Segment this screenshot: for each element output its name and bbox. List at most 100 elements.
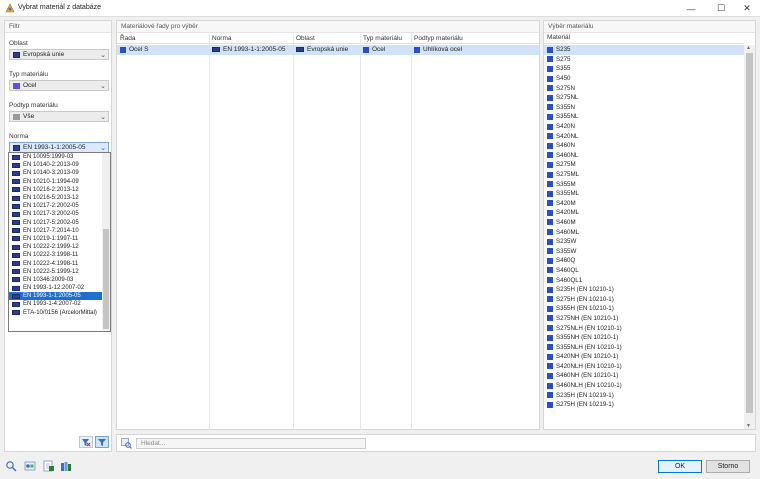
list-item[interactable]: S275 (544, 55, 745, 65)
norma-option[interactable]: EN 10216-2:2013-12 (9, 186, 110, 194)
eu-flag-icon (12, 154, 20, 160)
norma-option[interactable]: EN 10140-3:2013-09 (9, 169, 110, 177)
list-item[interactable]: S460NL (544, 151, 745, 161)
oblast-combo[interactable]: Evropská unie ⌄ (9, 49, 109, 60)
norma-option[interactable]: EN 10222-3:1998-11 (9, 251, 110, 259)
norma-option[interactable]: EN 1993-1-4:2007-02 (9, 300, 110, 308)
material-name: S275NH (EN 10210-1) (556, 314, 619, 322)
list-item[interactable]: S450 (544, 74, 745, 84)
list-item[interactable]: S355 (544, 64, 745, 74)
list-item[interactable]: S355N (544, 103, 745, 113)
list-item[interactable]: S355ML (544, 189, 745, 199)
list-item[interactable]: S355M (544, 179, 745, 189)
list-item[interactable]: S460QL1 (544, 275, 745, 285)
list-item[interactable]: S460NLH (EN 10210-1) (544, 381, 745, 391)
material-scroll-thumb[interactable] (746, 53, 753, 413)
list-item[interactable]: S460QL (544, 266, 745, 276)
col-podtyp[interactable]: Podtyp materiálu (414, 35, 463, 42)
podtyp-combo[interactable]: Vše ⌄ (9, 111, 109, 122)
steel-swatch-icon (13, 82, 20, 89)
typ-combo[interactable]: Ocel ⌄ (9, 80, 109, 91)
list-item[interactable]: S355NLH (EN 10210-1) (544, 342, 745, 352)
list-item[interactable]: S420M (544, 199, 745, 209)
col-rada[interactable]: Řada (120, 35, 136, 42)
norma-option[interactable]: ETA-10/0156 (ArcelorMittal) (9, 309, 110, 317)
col-oblast[interactable]: Oblast (296, 35, 315, 42)
list-item[interactable]: S355NL (544, 112, 745, 122)
list-item[interactable]: S420NLH (EN 10210-1) (544, 362, 745, 372)
info-tool-button[interactable] (23, 459, 37, 473)
norma-option[interactable]: EN 10095:1999-03 (9, 153, 110, 161)
norma-option-label: EN 10210-1:1994-09 (23, 178, 79, 185)
material-name: S275H (EN 10210-1) (556, 295, 614, 303)
list-item[interactable]: S460ML (544, 227, 745, 237)
scroll-down-icon[interactable]: ▼ (746, 423, 751, 429)
norma-option[interactable]: EN 10217-2:2002-05 (9, 202, 110, 210)
material-scrollbar[interactable]: ▲ ▼ (744, 45, 755, 429)
col-material[interactable]: Materiál (544, 34, 744, 44)
norma-option[interactable]: EN 10216-5:2013-12 (9, 194, 110, 202)
norma-dropdown[interactable]: EN 10095:1999-03 EN 10140-2:2013-09 EN 101… (8, 152, 111, 332)
norma-option[interactable]: EN 1993-1-12:2007-02 (9, 284, 110, 292)
favorites-tool-button[interactable] (59, 459, 73, 473)
norma-option[interactable]: EN 10217-3:2002-05 (9, 210, 110, 218)
list-item[interactable]: S235W (544, 237, 745, 247)
list-item[interactable]: S275M (544, 160, 745, 170)
list-item[interactable]: S355NH (EN 10210-1) (544, 333, 745, 343)
list-item[interactable]: S235H (EN 10210-1) (544, 285, 745, 295)
norma-option[interactable]: EN 10222-5:1999-12 (9, 268, 110, 276)
dropdown-scroll-thumb[interactable] (103, 229, 109, 329)
steel-icon (547, 353, 553, 360)
list-item[interactable]: S460M (544, 218, 745, 228)
ok-button[interactable]: OK (658, 460, 702, 473)
norma-option[interactable]: EN 10217-5:2002-05 (9, 219, 110, 227)
norma-option[interactable]: EN 1993-1-1:2005-05 (9, 292, 110, 301)
steel-icon (547, 152, 553, 159)
list-item[interactable]: S275ML (544, 170, 745, 180)
material-list: S235 S275 S355 S450 S275N S275NL S355N S355NL S4… (544, 45, 745, 410)
close-button[interactable]: ✕ (732, 0, 760, 17)
list-item[interactable]: S420NL (544, 131, 745, 141)
material-info-icon (24, 461, 36, 471)
list-item[interactable]: S275NL (544, 93, 745, 103)
steel-icon (547, 257, 553, 264)
dropdown-scrollbar[interactable] (102, 153, 110, 331)
steel-icon (547, 296, 553, 303)
material-name: S235 (556, 46, 571, 54)
norma-option[interactable]: EN 10217-7:2014-10 (9, 227, 110, 235)
norma-option[interactable]: EN 10222-2:1999-12 (9, 243, 110, 251)
list-item[interactable]: S275NLH (EN 10210-1) (544, 323, 745, 333)
list-item[interactable]: S275H (EN 10219-1) (544, 400, 745, 410)
list-item[interactable]: S235H (EN 10219-1) (544, 390, 745, 400)
cancel-button[interactable]: Storno (706, 460, 750, 473)
list-item[interactable]: S460N (544, 141, 745, 151)
list-item[interactable]: S460NH (EN 10210-1) (544, 371, 745, 381)
search-input[interactable] (136, 438, 366, 449)
col-norma[interactable]: Norma (212, 35, 232, 42)
list-item[interactable]: S275N (544, 83, 745, 93)
norma-option[interactable]: EN 10210-1:1994-09 (9, 178, 110, 186)
list-item[interactable]: S355W (544, 246, 745, 256)
norma-option[interactable]: EN 10346:2009-03 (9, 276, 110, 284)
norma-option[interactable]: EN 10140-2:2013-09 (9, 161, 110, 169)
list-item[interactable]: S420ML (544, 208, 745, 218)
norma-option[interactable]: EN 10222-4:1998-11 (9, 259, 110, 267)
col-typ[interactable]: Typ materiálu (363, 35, 402, 42)
list-item[interactable]: S275NH (EN 10210-1) (544, 314, 745, 324)
list-item[interactable]: S355H (EN 10210-1) (544, 304, 745, 314)
compare-tool-button[interactable] (42, 459, 56, 473)
list-item[interactable]: S420N (544, 122, 745, 132)
table-row[interactable]: Ocel S EN 1993-1-1:2005-05 Evropská unie… (117, 45, 539, 55)
minimize-button[interactable]: — (676, 0, 706, 17)
search-tool-button[interactable] (4, 459, 18, 473)
list-item[interactable]: S275H (EN 10210-1) (544, 294, 745, 304)
clear-filter-button[interactable] (79, 436, 93, 448)
list-item[interactable]: S235 (544, 45, 745, 55)
cell-rada-text: Ocel S (129, 46, 149, 53)
list-item[interactable]: S460Q (544, 256, 745, 266)
eu-flag-icon (13, 51, 20, 58)
norma-option[interactable]: EN 10219-1:1997-11 (9, 235, 110, 243)
scroll-up-icon[interactable]: ▲ (746, 45, 751, 51)
list-item[interactable]: S420NH (EN 10210-1) (544, 352, 745, 362)
apply-filter-button[interactable] (95, 436, 109, 448)
